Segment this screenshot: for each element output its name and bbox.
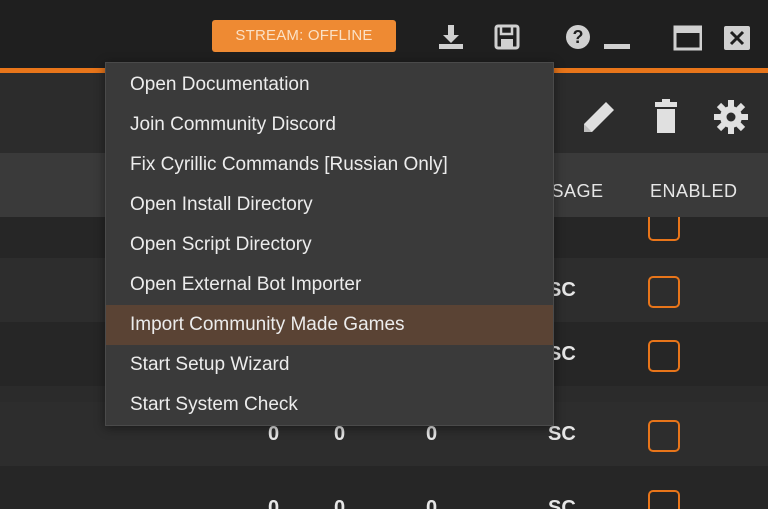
enabled-checkbox[interactable] [648,217,680,241]
close-icon[interactable] [722,22,752,52]
enabled-checkbox[interactable] [648,276,680,308]
menu-item-import-community-made-games[interactable]: Import Community Made Games [106,305,553,345]
value-cell: 0 [268,497,280,509]
enabled-checkbox[interactable] [648,490,680,509]
menu-item-open-install-directory[interactable]: Open Install Directory [106,185,553,225]
enabled-checkbox[interactable] [648,420,680,452]
column-header-enabled[interactable]: ENABLED [650,181,738,202]
pencil-icon[interactable] [578,98,618,138]
svg-text:?: ? [573,27,584,47]
table-row[interactable]: 0 0 0 SC [0,466,768,509]
trash-icon[interactable] [646,96,686,136]
menu-item-start-setup-wizard[interactable]: Start Setup Wizard [106,345,553,385]
enabled-checkbox[interactable] [648,340,680,372]
value-cell: 0 [426,497,438,509]
gear-icon[interactable] [711,97,751,137]
menu-item-open-script-directory[interactable]: Open Script Directory [106,225,553,265]
menu-item-open-external-bot-importer[interactable]: Open External Bot Importer [106,265,553,305]
usage-cell: SC [548,497,576,509]
menu-item-join-community-discord[interactable]: Join Community Discord [106,105,553,145]
help-icon[interactable]: ? [563,22,593,52]
menu-item-start-system-check[interactable]: Start System Check [106,385,553,425]
stream-status-badge[interactable]: STREAM: OFFLINE [212,20,396,52]
maximize-icon[interactable] [672,22,703,52]
minimize-icon[interactable] [602,22,632,52]
save-icon[interactable] [492,22,522,52]
menu-item-fix-cyrillic-commands[interactable]: Fix Cyrillic Commands [Russian Only] [106,145,553,185]
value-cell: 0 [334,497,346,509]
help-dropdown-menu: Open Documentation Join Community Discor… [105,62,554,426]
menu-item-open-documentation[interactable]: Open Documentation [106,65,553,105]
download-icon[interactable] [436,22,466,52]
